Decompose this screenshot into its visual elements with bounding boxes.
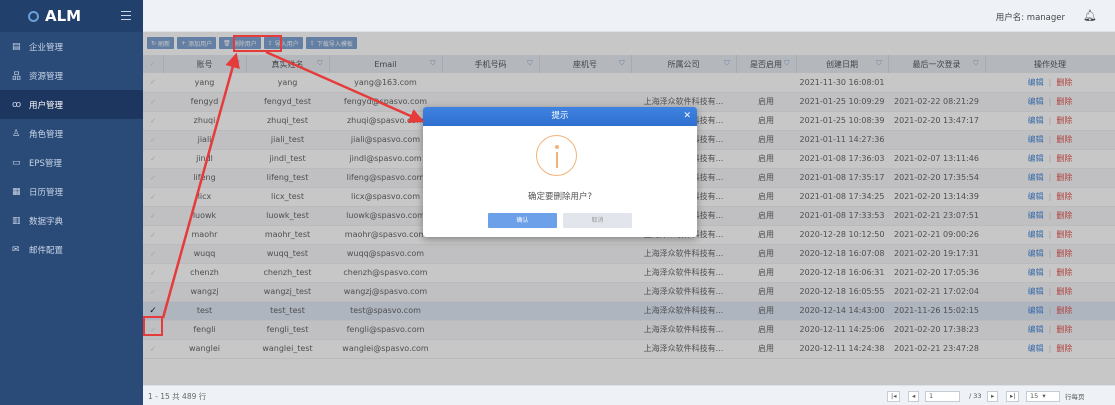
sidebar-item-1[interactable]: ▤ 企业管理 <box>0 32 143 61</box>
logo-ring-icon <box>28 10 39 22</box>
first-page-button[interactable]: |◂ <box>887 390 901 402</box>
person-icon: ♙ <box>12 128 21 139</box>
sidebar-nav: ▤ 企业管理品资源管理 ꝏ 用户管理 ♙ 角色管理 ▭ EPS管理 ▦ 日历管理 ▥ 数据字典 ✉ 邮件配… <box>0 32 143 264</box>
logo: ALM <box>0 0 143 32</box>
sidebar-item-8[interactable]: ✉ 邮件配置 <box>0 235 143 264</box>
username-label: 用户名: manager <box>995 13 1065 23</box>
sidebar-item-label: EPS管理 <box>29 158 62 169</box>
prev-page-button[interactable]: ◂ <box>908 390 920 402</box>
info-icon <box>536 135 577 176</box>
dialog-message: 确定要删除用户? <box>527 192 592 202</box>
logo-text: ALM <box>45 7 82 25</box>
users-icon: ꝏ <box>12 99 22 110</box>
sidebar-item-label: 数据字典 <box>29 216 64 227</box>
sidebar-item-label: 角色管理 <box>29 129 64 140</box>
cancel-button[interactable]: 取消 <box>563 213 632 228</box>
per-page-label: 行每页 <box>1065 393 1085 401</box>
total-pages: / 33 <box>969 392 982 400</box>
sidebar-item-label: 邮件配置 <box>29 245 64 256</box>
building-icon: ▤ <box>12 41 21 52</box>
confirm-button[interactable]: 确认 <box>488 213 557 228</box>
last-page-button[interactable]: ▸| <box>1006 390 1020 402</box>
page-size-select[interactable]: 15 ▾ <box>1026 390 1060 402</box>
row-summary: 1 - 15 共 489 行 <box>148 392 207 401</box>
sidebar-item-2[interactable]: 品资源管理 <box>0 61 143 90</box>
folder-icon: ▭ <box>12 157 21 168</box>
sidebar-item-label: 日历管理 <box>29 187 64 198</box>
next-page-button[interactable]: ▸ <box>987 390 999 402</box>
menu-toggle-icon[interactable] <box>121 11 131 20</box>
topbar: 用户名: manager 🔔︎ <box>143 0 1115 32</box>
page-input[interactable]: 1 <box>925 390 960 402</box>
calendar-icon: ▦ <box>12 186 21 197</box>
dialog-header: 提示 ✕ <box>423 107 697 126</box>
sidebar-item-label: 用户管理 <box>29 100 64 111</box>
book-icon: ▥ <box>12 215 21 226</box>
org-icon: 品 <box>12 72 22 82</box>
delete-button-highlight <box>233 35 282 52</box>
sidebar-item-5[interactable]: ▭ EPS管理 <box>0 148 143 177</box>
dialog-title: 提示 <box>551 111 569 121</box>
sidebar-item-3[interactable]: ꝏ 用户管理 <box>0 90 143 119</box>
bell-icon[interactable]: 🔔︎ <box>1083 9 1097 22</box>
sidebar-item-label: 企业管理 <box>29 42 64 53</box>
mail-icon: ✉ <box>12 244 20 255</box>
sidebar-item-4[interactable]: ♙ 角色管理 <box>0 119 143 148</box>
confirm-dialog: 提示 ✕ 确定要删除用户? 确认 取消 <box>423 107 697 237</box>
sidebar-item-label: 资源管理 <box>29 71 64 82</box>
sidebar-item-6[interactable]: ▦ 日历管理 <box>0 177 143 206</box>
pagination-bar: 1 - 15 共 489 行 |◂ ◂ 1 / 33 ▸ ▸| 15 ▾ 行每页 <box>143 385 1115 405</box>
close-icon[interactable]: ✕ <box>683 107 691 126</box>
sidebar: ALM ▤ 企业管理品资源管理 ꝏ 用户管理 ♙ 角色管理 ▭ EPS管理 ▦ 日历管理 ▥ 数据字典… <box>0 0 143 405</box>
checkbox-highlight <box>143 316 163 336</box>
sidebar-item-7[interactable]: ▥ 数据字典 <box>0 206 143 235</box>
